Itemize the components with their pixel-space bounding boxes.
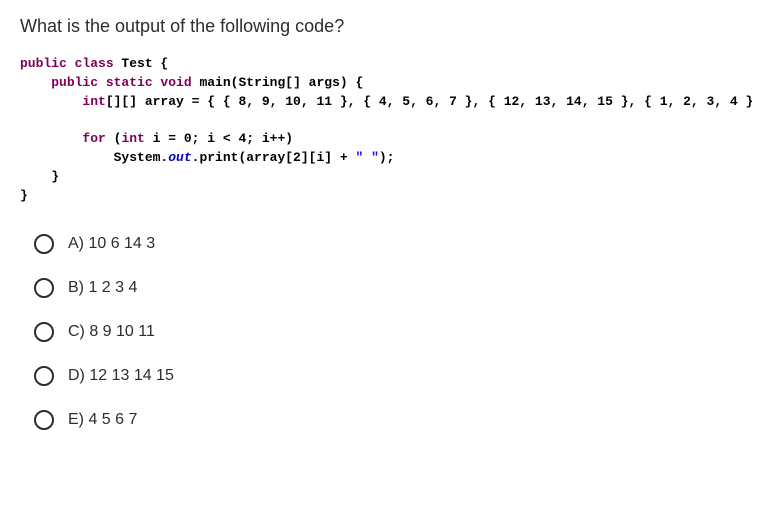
code-text: .print(array[2][i] + — [192, 150, 356, 165]
code-static: out — [168, 150, 191, 165]
option-label: E) 4 5 6 7 — [68, 411, 137, 429]
radio-icon[interactable] — [34, 366, 54, 386]
code-text: System. — [114, 150, 169, 165]
option-b[interactable]: B) 1 2 3 4 — [34, 278, 740, 298]
code-text: ( — [106, 131, 122, 146]
code-indent — [20, 75, 51, 90]
code-block: public class Test { public static void m… — [20, 55, 740, 206]
code-kw: int — [121, 131, 144, 146]
option-label: D) 12 13 14 15 — [68, 367, 174, 385]
code-indent — [20, 131, 82, 146]
code-string: " " — [355, 150, 378, 165]
option-label: A) 10 6 14 3 — [68, 235, 155, 253]
option-label: C) 8 9 10 11 — [68, 323, 155, 341]
radio-icon[interactable] — [34, 234, 54, 254]
code-text: i = 0; i < 4; i++) — [145, 131, 293, 146]
option-label: B) 1 2 3 4 — [68, 279, 137, 297]
radio-icon[interactable] — [34, 278, 54, 298]
code-text: main(String[] args) { — [192, 75, 364, 90]
code-kw: public class — [20, 56, 114, 71]
code-text: ); — [379, 150, 395, 165]
option-a[interactable]: A) 10 6 14 3 — [34, 234, 740, 254]
code-text: Test { — [114, 56, 169, 71]
code-text: [][] array = { { 8, 9, 10, 11 }, { 4, 5,… — [106, 94, 760, 109]
code-text: } — [20, 169, 59, 184]
code-text: } — [20, 188, 28, 203]
code-kw: int — [82, 94, 105, 109]
radio-icon[interactable] — [34, 410, 54, 430]
code-kw: for — [82, 131, 105, 146]
radio-icon[interactable] — [34, 322, 54, 342]
option-c[interactable]: C) 8 9 10 11 — [34, 322, 740, 342]
option-e[interactable]: E) 4 5 6 7 — [34, 410, 740, 430]
options-list: A) 10 6 14 3 B) 1 2 3 4 C) 8 9 10 11 D) … — [20, 234, 740, 430]
question-text: What is the output of the following code… — [20, 16, 740, 37]
code-indent — [20, 150, 114, 165]
code-indent — [20, 94, 82, 109]
code-kw: public static void — [51, 75, 191, 90]
option-d[interactable]: D) 12 13 14 15 — [34, 366, 740, 386]
